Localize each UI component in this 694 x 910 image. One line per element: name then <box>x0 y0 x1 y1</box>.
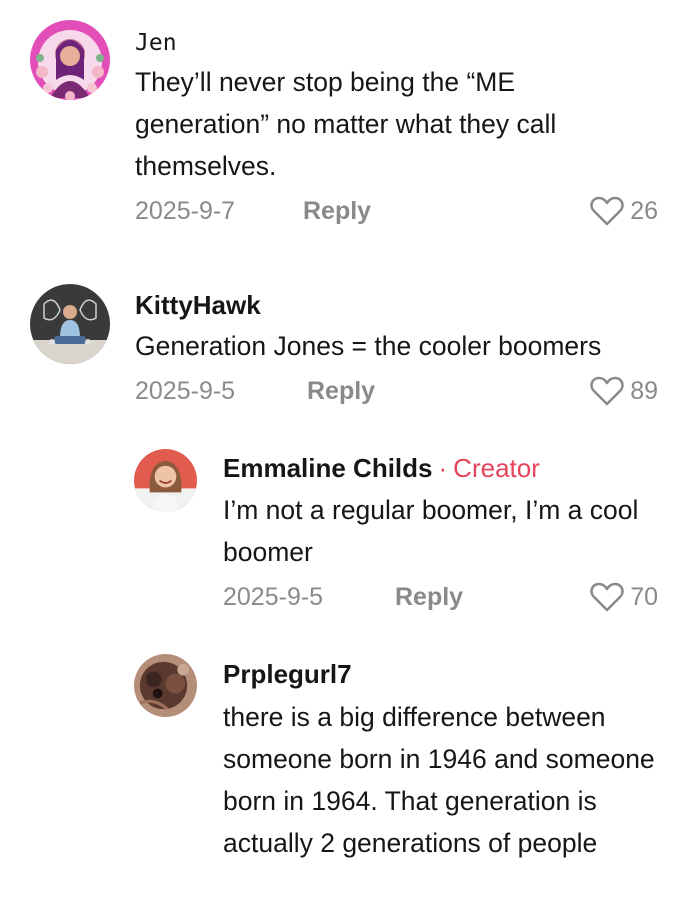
like-count: 70 <box>630 583 658 611</box>
like-button[interactable]: 26 <box>590 196 658 226</box>
like-button[interactable]: 89 <box>590 376 658 406</box>
avatar[interactable] <box>30 20 110 100</box>
heart-icon <box>590 376 624 406</box>
reply-text: I’m not a regular boomer, I’m a cool boo… <box>223 495 639 567</box>
heart-icon <box>590 196 624 226</box>
like-count: 89 <box>630 377 658 405</box>
avatar-woman-smiling-icon <box>134 449 197 512</box>
avatar[interactable] <box>30 284 110 364</box>
comment-date: 2025-9-7 <box>135 197 236 225</box>
reply-text: there is a big difference between someon… <box>223 702 655 858</box>
reply-button[interactable]: Reply <box>307 376 375 406</box>
reply-button[interactable]: Reply <box>303 196 371 226</box>
reply-button[interactable]: Reply <box>395 582 463 612</box>
reply-date: 2025-9-5 <box>223 583 324 611</box>
avatar-dog-closeup-icon <box>134 654 197 717</box>
comment-date: 2025-9-5 <box>135 377 236 405</box>
comment-text: Generation Jones = the cooler boomers <box>135 331 602 361</box>
avatar[interactable] <box>134 654 197 717</box>
creator-badge: Creator <box>453 453 540 483</box>
like-button[interactable]: 70 <box>590 582 658 612</box>
heart-icon <box>590 582 624 612</box>
badge-separator: · <box>438 453 448 483</box>
reply-username-text: Emmaline Childs <box>223 453 433 483</box>
like-count: 26 <box>630 197 658 225</box>
avatar-person-sitting-icon <box>30 284 110 364</box>
reply-username[interactable]: Emmaline Childs · Creator <box>223 453 540 483</box>
avatar-pink-floral-icon <box>30 20 110 100</box>
comment-username[interactable]: KittyHawk <box>135 290 261 320</box>
comment-text: They’ll never stop being the “ME generat… <box>135 67 557 181</box>
avatar[interactable] <box>134 449 197 512</box>
comment-username[interactable]: Jen <box>135 28 177 58</box>
reply-username[interactable]: Prplegurl7 <box>223 659 352 689</box>
